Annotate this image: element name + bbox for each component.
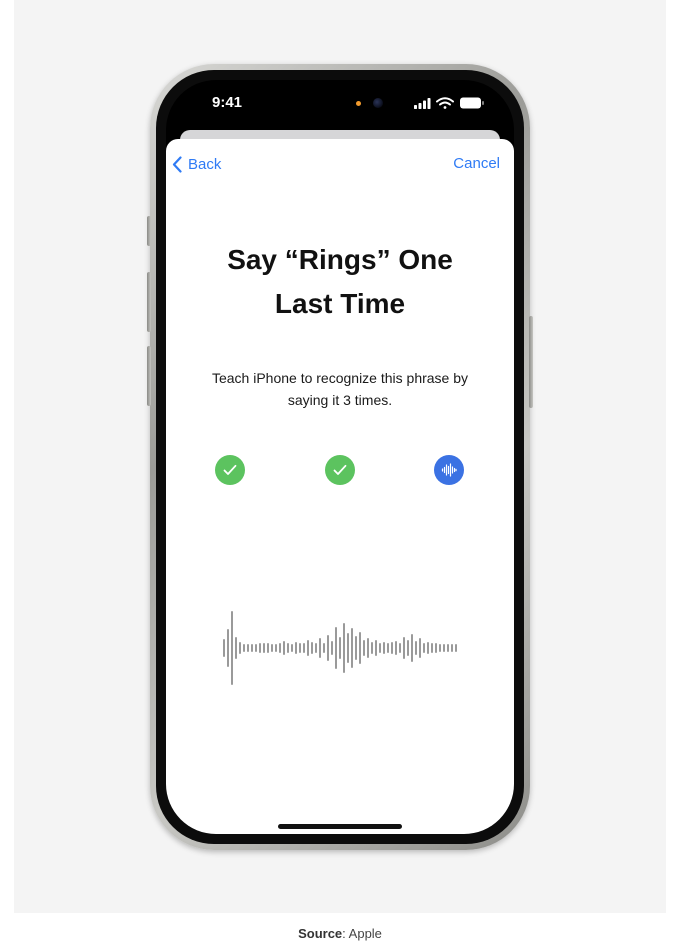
home-indicator bbox=[278, 824, 402, 829]
audio-waveform bbox=[223, 611, 457, 685]
checkmark-icon bbox=[333, 464, 347, 475]
step-1-completed bbox=[215, 455, 245, 485]
volume-up-button bbox=[147, 272, 151, 332]
action-button bbox=[147, 216, 151, 246]
caption-source-value: : Apple bbox=[342, 926, 382, 941]
front-camera-icon bbox=[373, 98, 383, 108]
page-title: Say “Rings” One Last Time bbox=[190, 238, 490, 326]
page-title-line-1: Say “Rings” One bbox=[227, 244, 453, 275]
checkmark-icon bbox=[223, 464, 237, 475]
volume-down-button bbox=[147, 346, 151, 406]
step-2-completed bbox=[325, 455, 355, 485]
status-icons bbox=[414, 97, 484, 109]
page-title-line-2: Last Time bbox=[274, 288, 406, 319]
mic-indicator-icon bbox=[356, 101, 361, 106]
image-caption: Source: Apple bbox=[0, 926, 680, 941]
power-button bbox=[529, 316, 533, 408]
instructions-text: Teach iPhone to recognize this phrase by… bbox=[190, 367, 490, 411]
instructions-line-2: saying it 3 times. bbox=[287, 392, 393, 408]
battery-icon bbox=[460, 97, 484, 109]
caption-source-label: Source bbox=[298, 926, 343, 941]
instructions-line-1: Teach iPhone to recognize this phrase by bbox=[211, 370, 469, 386]
back-button-label: Back bbox=[188, 155, 222, 173]
back-button[interactable]: Back bbox=[172, 154, 221, 174]
chevron-left-icon bbox=[172, 155, 182, 173]
cellular-signal-icon bbox=[414, 98, 431, 109]
step-3-listening bbox=[434, 455, 464, 485]
waveform-icon bbox=[441, 463, 457, 477]
status-time: 9:41 bbox=[212, 94, 243, 111]
cancel-button[interactable]: Cancel bbox=[453, 155, 500, 172]
dynamic-island bbox=[292, 88, 400, 118]
wifi-icon bbox=[436, 97, 454, 109]
